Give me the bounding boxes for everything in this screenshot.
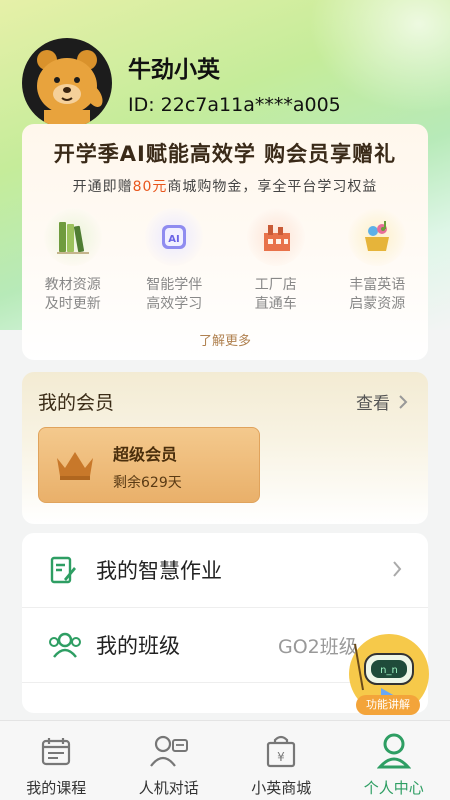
tab-label: 我的课程 [26, 779, 87, 797]
svg-text:AI: AI [169, 234, 180, 245]
promo-subtitle: 开通即赠80元商城购物金，享全平台学习权益 [22, 176, 428, 196]
bear-avatar-icon [37, 50, 103, 128]
feature-label-line2: 启蒙资源 [349, 296, 406, 312]
class-group-icon [48, 631, 82, 659]
member-view-button[interactable]: 查看 [356, 389, 408, 414]
feature-label-line1: 工厂店 [254, 277, 297, 293]
promo-subtitle-highlight: 80元 [132, 179, 168, 195]
feature-factory-store[interactable]: 工厂店 直通车 [225, 208, 327, 314]
profile-header[interactable]: 牛劲小英 ID: 22c7a11a****a005 [22, 38, 341, 128]
feature-textbooks[interactable]: 教材资源 及时更新 [22, 208, 124, 314]
chat-person-icon [113, 731, 226, 771]
tab-label: 人机对话 [138, 779, 199, 797]
homework-edit-icon [48, 555, 82, 585]
feature-label-line2: 高效学习 [146, 296, 203, 312]
function-guide-label[interactable]: 功能讲解 [356, 695, 420, 715]
member-title: 我的会员 [38, 392, 115, 414]
learn-more-link[interactable]: 了解更多 [22, 330, 428, 349]
tab-label: 个人中心 [363, 779, 424, 797]
vip-name: 超级会员 [113, 445, 178, 464]
svg-text:n_n: n_n [380, 665, 398, 676]
factory-icon [246, 208, 305, 266]
menu-item-homework[interactable]: 我的智慧作业 [22, 533, 428, 608]
user-id: ID: 22c7a11a****a005 [128, 94, 341, 116]
vip-days-remaining: 剩余629天 [113, 475, 182, 491]
feature-label-line1: 智能学伴 [146, 277, 203, 293]
tab-label: 小英商城 [251, 779, 312, 797]
feature-label-line2: 直通车 [254, 296, 297, 312]
promo-title: 开学季AI赋能高效学 购会员享赠礼 [53, 142, 397, 166]
tab-store[interactable]: ¥ 小英商城 [225, 721, 338, 800]
bottom-tab-bar: 我的课程 人机对话 ¥ 小英商城 个人中心 [0, 720, 450, 800]
tab-ai-dialogue[interactable]: 人机对话 [113, 721, 226, 800]
tab-my-courses[interactable]: 我的课程 [0, 721, 113, 800]
crown-icon [57, 452, 93, 480]
person-icon [338, 731, 450, 771]
svg-text:¥: ¥ [277, 750, 285, 764]
promo-subtitle-before: 开通即赠 [72, 179, 133, 195]
feature-ai-companion[interactable]: AI 智能学伴 高效学习 [124, 208, 226, 314]
feature-label-line2: 及时更新 [44, 296, 101, 312]
feature-english-resources[interactable]: 丰富英语 启蒙资源 [327, 208, 429, 314]
chevron-right-icon [393, 561, 402, 577]
chevron-right-icon [399, 394, 408, 409]
avatar[interactable] [22, 38, 112, 128]
books-icon [43, 208, 102, 266]
promo-features: 教材资源 及时更新 AI 智能学伴 高效学习 工厂店 直通车 丰富英语 启蒙资源 [22, 208, 428, 314]
promo-subtitle-after: 商城购物金，享全平台学习权益 [167, 179, 378, 195]
menu-label-homework: 我的智慧作业 [96, 559, 222, 583]
music-basket-icon [348, 208, 407, 266]
ai-robot-icon: AI [145, 208, 204, 266]
shopping-bag-icon: ¥ [225, 731, 338, 771]
tab-profile[interactable]: 个人中心 [338, 721, 450, 800]
member-view-label: 查看 [356, 394, 390, 414]
member-section: 我的会员 查看 超级会员 剩余629天 [22, 372, 428, 524]
menu-label-class: 我的班级 [96, 634, 180, 658]
user-name: 牛劲小英 [128, 57, 220, 83]
calendar-icon [0, 731, 113, 771]
super-vip-card[interactable]: 超级会员 剩余629天 [38, 427, 260, 503]
feature-label-line1: 教材资源 [44, 277, 101, 293]
promo-card[interactable]: 开学季AI赋能高效学 购会员享赠礼 开通即赠80元商城购物金，享全平台学习权益 … [22, 124, 428, 360]
feature-label-line1: 丰富英语 [349, 277, 406, 293]
